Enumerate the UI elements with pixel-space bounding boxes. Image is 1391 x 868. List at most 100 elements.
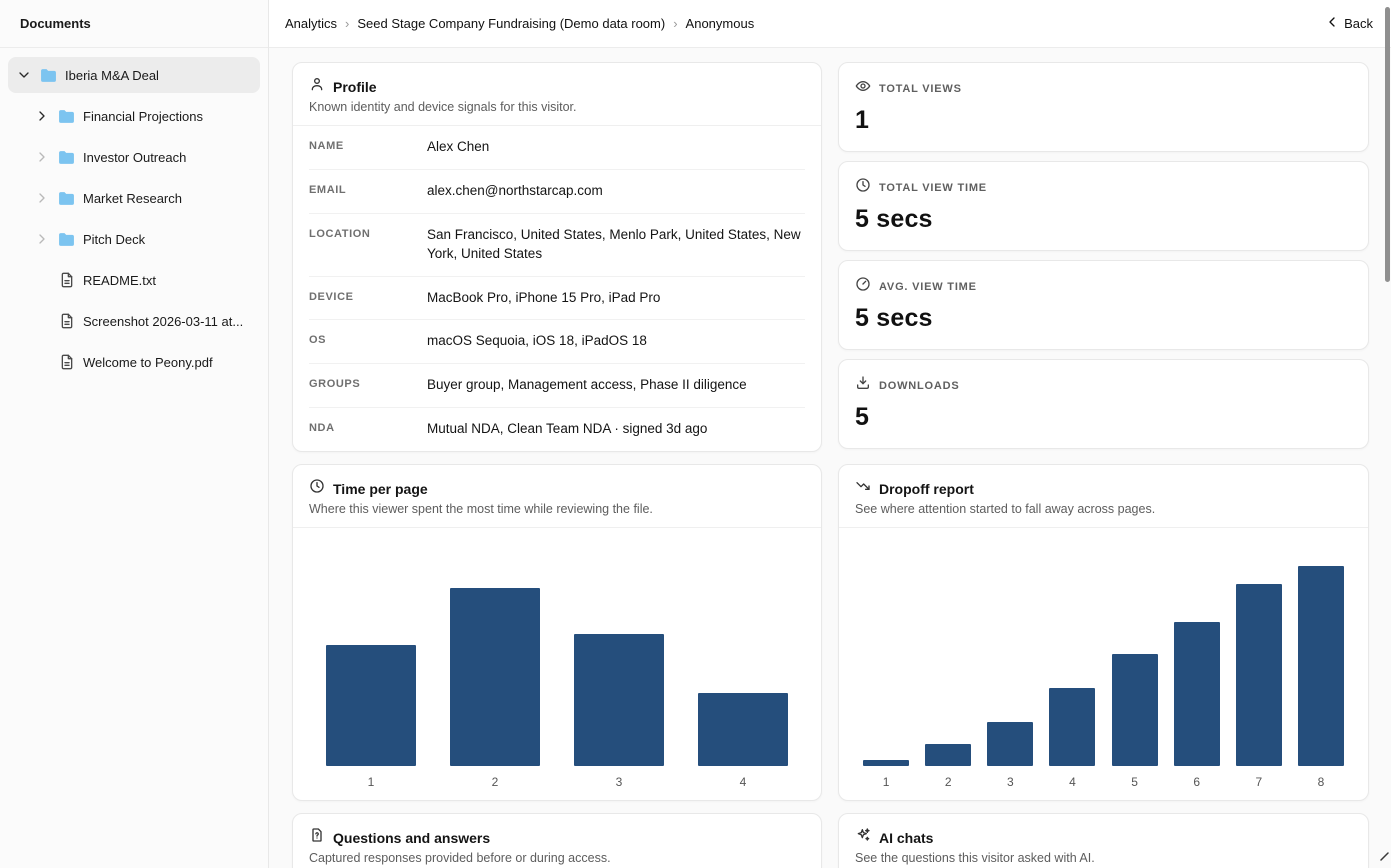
ai-chats-description: See the questions this visitor asked wit…	[855, 851, 1352, 865]
tree-item-label: Investor Outreach	[83, 150, 186, 165]
x-axis-tick-label: 4	[1069, 775, 1076, 790]
vertical-scrollbar-thumb[interactable]	[1385, 7, 1390, 282]
stat-value: 5	[855, 403, 1352, 432]
profile-row-device: DEVICE MacBook Pro, iPhone 15 Pro, iPad …	[309, 277, 805, 321]
profile-row-label: LOCATION	[309, 226, 427, 240]
breadcrumb-item-0[interactable]: Analytics	[285, 16, 337, 31]
sidebar-item-welcome-to-peony-pdf[interactable]: Welcome to Peony.pdf	[26, 344, 260, 380]
stat-card-total-views: TOTAL VIEWS 1	[838, 62, 1369, 152]
profile-row-location: LOCATION San Francisco, United States, M…	[309, 214, 805, 277]
download-icon	[855, 375, 871, 396]
sidebar-item-iberia-m-a-deal[interactable]: Iberia M&A Deal	[8, 57, 260, 93]
questions-answers-card: Questions and answers Captured responses…	[292, 813, 822, 868]
questions-answers-description: Captured responses provided before or du…	[309, 851, 805, 865]
sidebar-title: Documents	[0, 0, 268, 48]
bar-column: 6	[1174, 622, 1220, 790]
stats-column: TOTAL VIEWS 1 TOTAL VIEW TIME 5 secs AVG…	[838, 62, 1369, 452]
bar-column: 7	[1236, 584, 1282, 790]
profile-row-name: NAME Alex Chen	[309, 126, 805, 170]
chart-bar	[1236, 584, 1282, 766]
questions-answers-title: Questions and answers	[333, 830, 490, 846]
chart-bar	[1174, 622, 1220, 766]
stat-card-avg-view-time: AVG. VIEW TIME 5 secs	[838, 260, 1369, 350]
sidebar-item-screenshot-2026-03-11-at[interactable]: Screenshot 2026-03-11 at...	[26, 303, 260, 339]
chart-bar	[1112, 654, 1158, 766]
stat-value: 5 secs	[855, 205, 1352, 234]
folder-icon	[58, 149, 75, 166]
bar-column: 4	[698, 693, 788, 790]
profile-row-value: San Francisco, United States, Menlo Park…	[427, 226, 805, 264]
file-icon	[58, 354, 75, 371]
tree-item-label: Pitch Deck	[83, 232, 145, 247]
ai-chats-header: AI chats See the questions this visitor …	[839, 814, 1368, 868]
stat-label: TOTAL VIEW TIME	[879, 182, 987, 194]
profile-row-groups: GROUPS Buyer group, Management access, P…	[309, 364, 805, 408]
dropoff-report-header: Dropoff report See where attention start…	[839, 465, 1368, 528]
stat-value: 5 secs	[855, 304, 1352, 333]
timer-icon	[855, 276, 871, 297]
chevron-right-icon[interactable]	[34, 149, 50, 165]
breadcrumb: Analytics›Seed Stage Company Fundraising…	[285, 16, 754, 31]
stat-label: DOWNLOADS	[879, 380, 960, 392]
chart-bar	[574, 634, 664, 766]
chart-bar	[698, 693, 788, 766]
x-axis-tick-label: 1	[368, 775, 375, 790]
dropoff-report-description: See where attention started to fall away…	[855, 502, 1352, 516]
bar-column: 4	[1049, 688, 1095, 790]
document-tree: Iberia M&A Deal Financial Projections Inve…	[0, 48, 268, 394]
chevron-right-icon[interactable]	[34, 108, 50, 124]
file-icon	[58, 272, 75, 289]
sidebar-item-readme-txt[interactable]: README.txt	[26, 262, 260, 298]
folder-icon	[58, 231, 75, 248]
back-button[interactable]: Back	[1324, 14, 1373, 33]
x-axis-tick-label: 8	[1318, 775, 1325, 790]
tree-item-label: README.txt	[83, 273, 156, 288]
profile-row-label: NAME	[309, 138, 427, 152]
chevron-right-icon[interactable]	[34, 190, 50, 206]
stat-card-downloads: DOWNLOADS 5	[838, 359, 1369, 449]
time-per-page-header: Time per page Where this viewer spent th…	[293, 465, 821, 528]
folder-icon	[40, 67, 57, 84]
stat-value: 1	[855, 106, 1352, 135]
chevron-down-icon[interactable]	[16, 67, 32, 83]
bar-column: 2	[925, 744, 971, 790]
profile-card-description: Known identity and device signals for th…	[309, 100, 805, 114]
x-axis-tick-label: 6	[1193, 775, 1200, 790]
topbar: Analytics›Seed Stage Company Fundraising…	[269, 0, 1391, 48]
stat-label: TOTAL VIEWS	[879, 83, 962, 95]
x-axis-tick-label: 2	[945, 775, 952, 790]
bar-column: 3	[987, 722, 1033, 790]
sidebar-item-investor-outreach[interactable]: Investor Outreach	[26, 139, 260, 175]
bar-column: 2	[450, 588, 540, 790]
profile-row-label: GROUPS	[309, 376, 427, 390]
sidebar-item-pitch-deck[interactable]: Pitch Deck	[26, 221, 260, 257]
profile-row-label: EMAIL	[309, 182, 427, 196]
bar-column: 3	[574, 634, 664, 790]
time-per-page-title: Time per page	[333, 481, 428, 497]
ai-chats-title: AI chats	[879, 830, 933, 846]
chart-bar	[863, 760, 909, 766]
eye-icon	[855, 78, 871, 99]
time-per-page-description: Where this viewer spent the most time wh…	[309, 502, 805, 516]
clock-icon	[855, 177, 871, 198]
chevron-right-icon[interactable]	[34, 231, 50, 247]
chart-bar	[987, 722, 1033, 766]
profile-row-value: Mutual NDA, Clean Team NDA · signed 3d a…	[427, 420, 805, 439]
sidebar-item-market-research[interactable]: Market Research	[26, 180, 260, 216]
chart-bar	[1049, 688, 1095, 766]
sidebar-item-financial-projections[interactable]: Financial Projections	[26, 98, 260, 134]
bar-column: 1	[863, 760, 909, 790]
bar-column: 5	[1112, 654, 1158, 790]
tree-item-label: Welcome to Peony.pdf	[83, 355, 213, 370]
profile-row-label: OS	[309, 332, 427, 346]
time-per-page-card: Time per page Where this viewer spent th…	[292, 464, 822, 801]
x-axis-tick-label: 3	[616, 775, 623, 790]
folder-icon	[58, 190, 75, 207]
chart-bar	[1298, 566, 1344, 766]
breadcrumb-item-1[interactable]: Seed Stage Company Fundraising (Demo dat…	[357, 16, 665, 31]
tree-item-label: Screenshot 2026-03-11 at...	[83, 314, 243, 329]
profile-row-label: DEVICE	[309, 289, 427, 303]
dropoff-report-title: Dropoff report	[879, 481, 974, 497]
stat-card-total-view-time: TOTAL VIEW TIME 5 secs	[838, 161, 1369, 251]
profile-rows: NAME Alex Chen EMAIL alex.chen@northstar…	[293, 126, 821, 451]
